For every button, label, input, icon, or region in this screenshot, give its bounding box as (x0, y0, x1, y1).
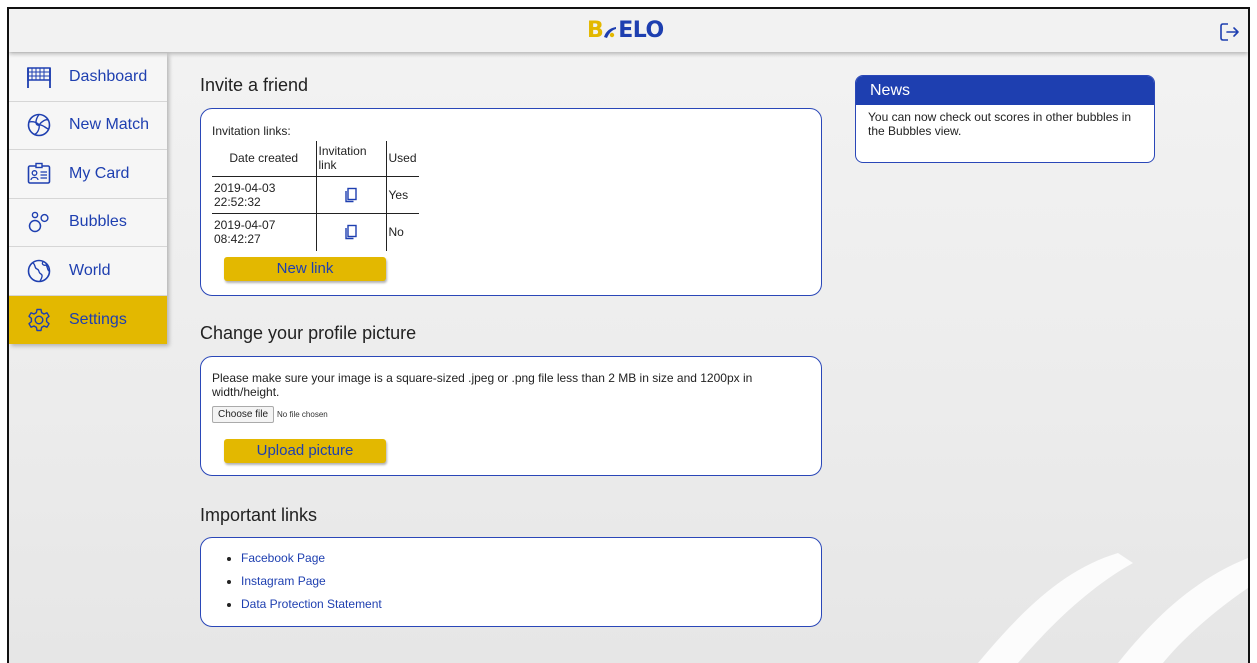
file-input: Choose file No file chosen (212, 406, 328, 423)
table-row: 2019-04-03 22:52:32 Yes (212, 176, 419, 214)
news-panel: News You can now check out scores in oth… (855, 75, 1155, 163)
volleyball-icon (9, 112, 69, 138)
file-status-text: No file chosen (277, 410, 328, 419)
instagram-page-link[interactable]: Instagram Page (241, 574, 326, 588)
invitation-links-label: Invitation links: (212, 124, 291, 138)
profile-picture-card: Please make sure your image is a square-… (200, 356, 822, 476)
data-protection-link[interactable]: Data Protection Statement (241, 597, 382, 611)
logo-prefix: B (587, 17, 604, 43)
sidebar-item-label: Bubbles (69, 213, 127, 231)
profile-picture-title: Change your profile picture (200, 323, 417, 343)
link-cell (316, 213, 387, 251)
app-frame: B ELO Dashboard New Match My Card Bubble… (7, 7, 1250, 663)
logout-icon[interactable] (1219, 21, 1241, 43)
invite-title: Invite a friend (200, 75, 309, 95)
upload-instructions: Please make sure your image is a square-… (212, 371, 753, 399)
facebook-page-link[interactable]: Facebook Page (241, 551, 325, 565)
sidebar-item-dashboard[interactable]: Dashboard (9, 53, 167, 102)
important-links-title: Important links (200, 505, 318, 525)
sidebar-item-label: Settings (69, 310, 127, 328)
net-icon (9, 64, 69, 90)
copy-icon[interactable] (344, 224, 358, 240)
invite-card: Invitation links: Date created Invitatio… (200, 108, 822, 296)
invitation-table: Date created Invitation link Used 2019-0… (212, 141, 419, 251)
list-item: Instagram Page (241, 574, 382, 588)
sidebar-item-settings[interactable]: Settings (9, 295, 167, 344)
news-body: You can now check out scores in other bu… (868, 110, 1132, 138)
logo-swoosh-icon (604, 27, 617, 38)
logo-text: ELO (618, 17, 664, 43)
used-cell: Yes (386, 176, 419, 214)
sidebar: Dashboard New Match My Card Bubbles Worl… (9, 53, 167, 344)
link-cell (316, 176, 387, 214)
sidebar-item-world[interactable]: World (9, 247, 167, 296)
new-link-button[interactable]: New link (224, 257, 386, 281)
list-item: Data Protection Statement (241, 597, 382, 611)
sidebar-item-my-card[interactable]: My Card (9, 150, 167, 199)
sidebar-item-label: My Card (69, 164, 130, 182)
news-title: News (856, 76, 1154, 105)
belo-logo[interactable]: B ELO (587, 17, 664, 43)
sidebar-item-label: World (69, 261, 111, 279)
id-card-icon (9, 161, 69, 187)
column-header: Invitation link (316, 141, 387, 177)
globe-icon (9, 258, 69, 284)
sidebar-item-bubbles[interactable]: Bubbles (9, 199, 167, 247)
column-header: Used (386, 141, 419, 177)
gear-icon (9, 307, 69, 333)
date-cell: 2019-04-07 08:42:27 (212, 213, 317, 251)
sidebar-item-label: Dashboard (69, 67, 148, 85)
upload-picture-button[interactable]: Upload picture (224, 439, 386, 463)
sidebar-item-label: New Match (69, 116, 150, 134)
background-swoosh (978, 553, 1248, 663)
used-cell: No (388, 225, 404, 240)
table-row: 2019-04-07 08:42:27 No (212, 213, 419, 251)
list-item: Facebook Page (241, 551, 382, 565)
sidebar-item-new-match[interactable]: New Match (9, 102, 167, 150)
copy-icon[interactable] (344, 187, 358, 203)
choose-file-button[interactable]: Choose file (212, 406, 275, 423)
column-header: Date created (212, 141, 317, 177)
important-links-card: Facebook Page Instagram Page Data Protec… (200, 537, 822, 627)
top-bar: B ELO (9, 9, 1248, 52)
links-list: Facebook Page Instagram Page Data Protec… (201, 551, 382, 620)
date-cell: 2019-04-03 22:52:32 (212, 176, 317, 214)
bubbles-icon (9, 209, 69, 235)
